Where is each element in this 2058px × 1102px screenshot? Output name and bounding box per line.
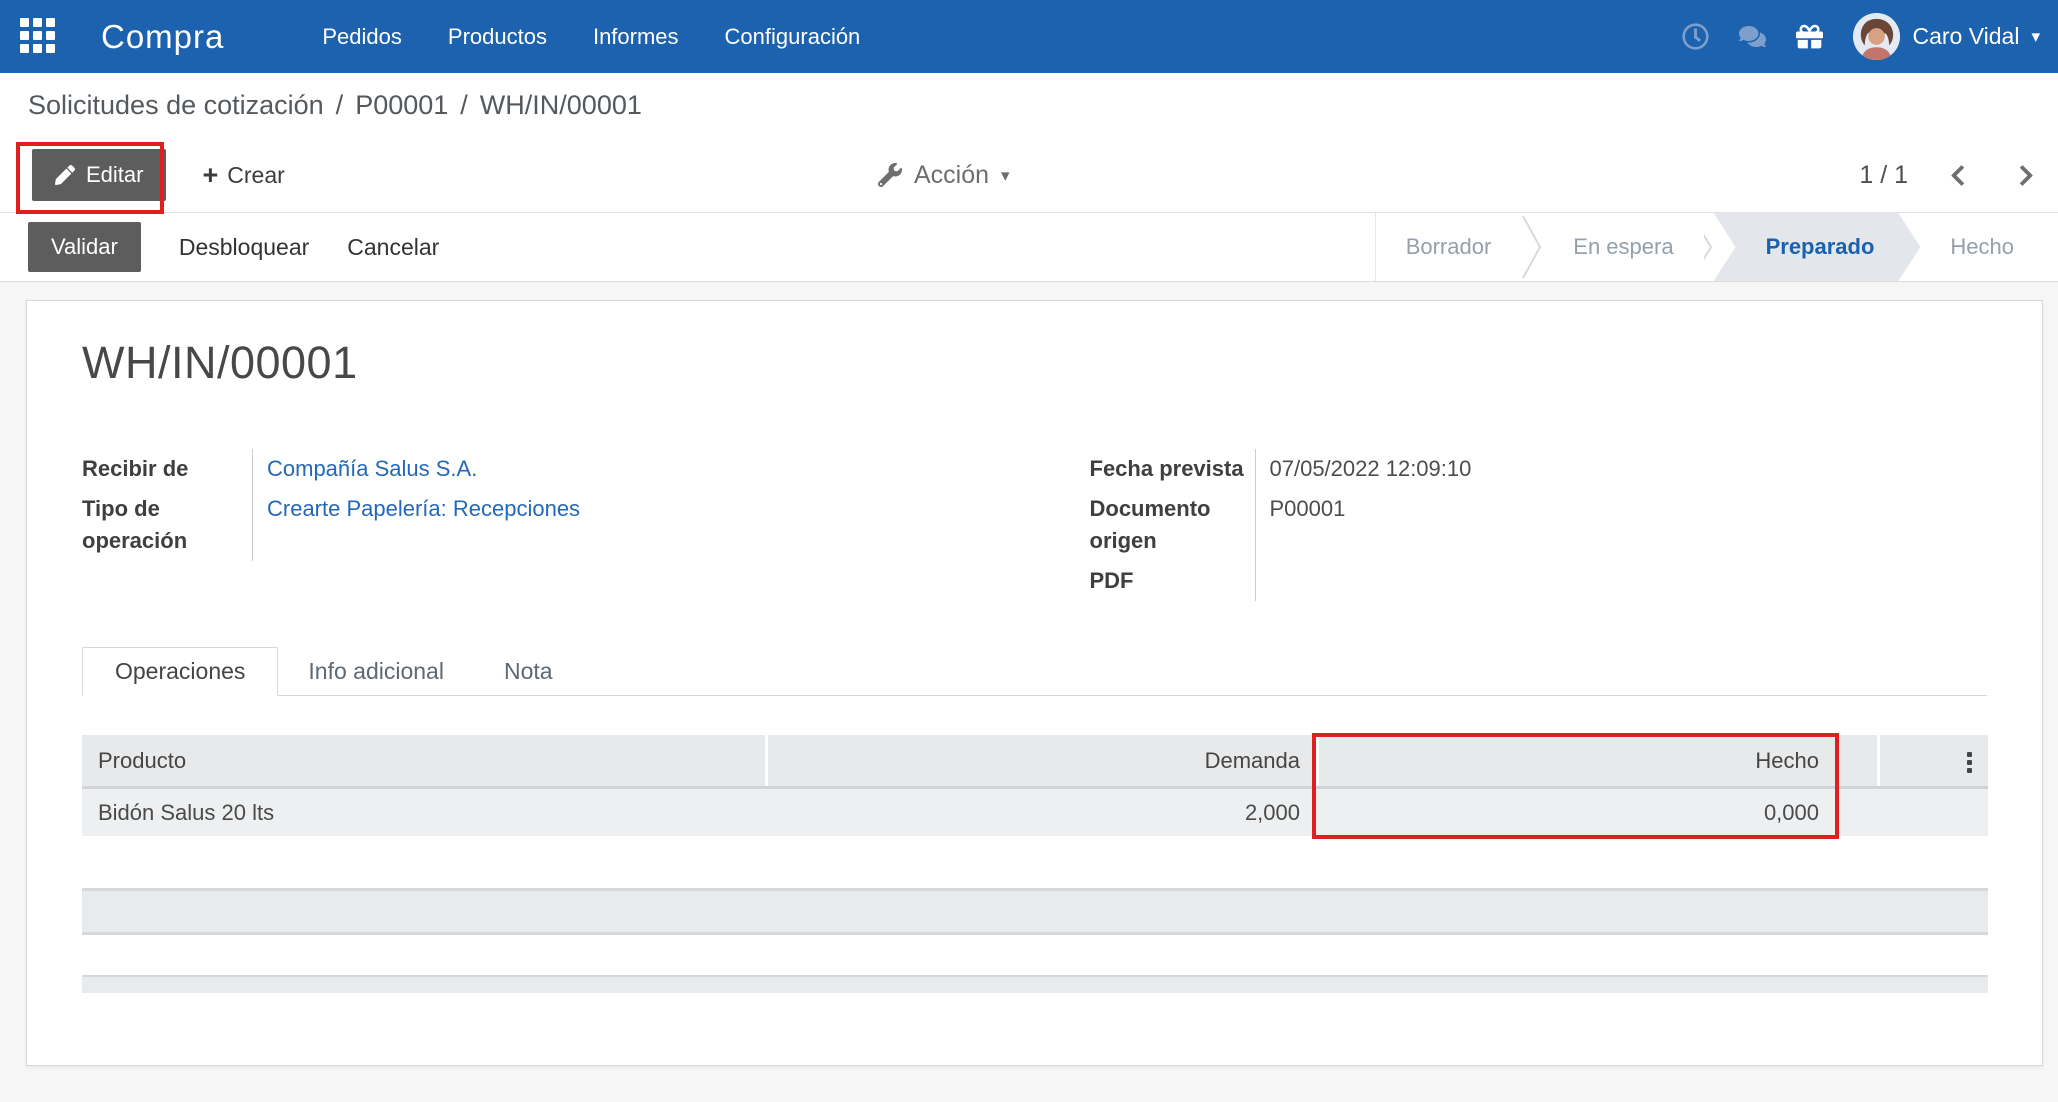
menu-pedidos[interactable]: Pedidos	[322, 24, 402, 50]
field-label-fecha-prevista: Fecha prevista	[1089, 456, 1244, 481]
tab-nota[interactable]: Nota	[474, 647, 583, 695]
tab-bar: Operaciones Info adicional Nota	[82, 647, 1987, 696]
cell-producto[interactable]: Bidón Salus 20 lts	[82, 786, 765, 836]
operations-table: Producto Demanda Hecho Bidón Salus 20 lt…	[82, 735, 1988, 836]
breadcrumb-separator: /	[335, 90, 344, 120]
validate-button[interactable]: Validar	[28, 222, 141, 272]
empty-list-band	[82, 888, 1988, 935]
top-navbar: Compra Pedidos Productos Informes Config…	[0, 0, 2058, 73]
activities-clock-icon[interactable]	[1682, 23, 1710, 50]
pager-previous-icon[interactable]	[1950, 164, 1973, 186]
field-value-recibir-de[interactable]: Compañía Salus S.A.	[267, 456, 477, 481]
pencil-icon	[55, 165, 75, 185]
field-value-documento-origen: P00001	[1254, 489, 1988, 561]
step-preparado-active[interactable]: Preparado	[1714, 213, 1921, 281]
document-sheet: WH/IN/00001 Recibir de Compañía Salus S.…	[26, 300, 2043, 1066]
unlock-button[interactable]: Desbloquear	[179, 234, 309, 261]
apps-grid-icon[interactable]	[20, 18, 57, 55]
statusbar-buttons: Validar Desbloquear Cancelar	[0, 213, 439, 281]
document-title: WH/IN/00001	[82, 337, 358, 388]
field-groups: Recibir de Compañía Salus S.A. Tipo de o…	[82, 449, 1987, 601]
edit-button[interactable]: Editar	[32, 149, 167, 201]
tab-operaciones[interactable]: Operaciones	[82, 647, 279, 696]
main-menu: Pedidos Productos Informes Configuración	[322, 24, 860, 50]
step-hecho[interactable]: Hecho	[1920, 213, 2044, 281]
field-group-right: Fecha prevista 07/05/2022 12:09:10 Docum…	[1090, 449, 1988, 601]
navbar-systray: Caro Vidal ▾	[1682, 13, 2040, 60]
breadcrumb: Solicitudes de cotización / P00001 / WH/…	[0, 73, 2058, 138]
step-separator-icon	[1703, 213, 1714, 281]
create-button-label: Crear	[227, 161, 285, 188]
breadcrumb-item-solicitudes[interactable]: Solicitudes de cotización	[28, 90, 324, 121]
column-header-hecho[interactable]: Hecho	[1316, 735, 1835, 786]
field-label-documento-origen: Documento origen	[1089, 496, 1211, 553]
field-label-recibir-de: Recibir de	[82, 456, 189, 481]
gift-icon[interactable]	[1796, 23, 1824, 50]
breadcrumb-item-current: WH/IN/00001	[479, 90, 642, 120]
column-header-blank	[1835, 735, 1877, 786]
action-menu-label: Acción	[914, 160, 990, 189]
menu-informes[interactable]: Informes	[593, 24, 679, 50]
app-name[interactable]: Compra	[101, 18, 224, 56]
breadcrumb-item-p00001[interactable]: P00001	[355, 90, 448, 121]
field-label-pdf: PDF	[1089, 568, 1134, 593]
chevron-down-icon: ▾	[1001, 165, 1010, 185]
field-value-tipo-operacion[interactable]: Crearte Papelería: Recepciones	[267, 496, 580, 521]
cell-options	[1877, 786, 1988, 836]
empty-list-band-thin	[82, 975, 1988, 993]
pager: 1 / 1	[1859, 161, 2034, 190]
cell-hecho[interactable]: 0,000	[1316, 786, 1835, 836]
table-row[interactable]: Bidón Salus 20 lts 2,000 0,000	[82, 786, 1988, 836]
step-separator-icon	[1521, 213, 1543, 281]
pager-value[interactable]: 1 / 1	[1859, 161, 1908, 190]
edit-button-label: Editar	[86, 162, 144, 187]
notebook: Operaciones Info adicional Nota	[82, 647, 1987, 696]
user-avatar	[1853, 13, 1901, 60]
column-header-options	[1877, 735, 1988, 786]
control-panel: Editar + Crear Acción ▾ 1 / 1	[0, 138, 2058, 213]
form-statusbar: Validar Desbloquear Cancelar Borrador En…	[0, 213, 2058, 282]
field-group-left: Recibir de Compañía Salus S.A. Tipo de o…	[82, 449, 980, 601]
field-label-tipo-operacion: Tipo de operación	[82, 496, 188, 553]
plus-icon: +	[202, 159, 219, 190]
step-en-espera[interactable]: En espera	[1543, 213, 1703, 281]
field-value-pdf	[1254, 561, 1988, 601]
cell-blank	[1835, 786, 1877, 836]
menu-configuracion[interactable]: Configuración	[725, 24, 861, 50]
pager-next-icon[interactable]	[2011, 164, 2034, 186]
menu-productos[interactable]: Productos	[448, 24, 547, 50]
column-options-icon[interactable]	[1967, 751, 1972, 773]
workflow-steps: Borrador En espera Preparado Hecho	[1374, 213, 2058, 281]
cancel-button[interactable]: Cancelar	[347, 234, 439, 261]
field-value-fecha-prevista: 07/05/2022 12:09:10	[1254, 449, 1988, 489]
table-header-row: Producto Demanda Hecho	[82, 735, 1988, 786]
cell-demanda[interactable]: 2,000	[765, 786, 1316, 836]
wrench-icon	[878, 163, 902, 187]
column-header-producto[interactable]: Producto	[82, 735, 765, 786]
user-name: Caro Vidal	[1912, 23, 2020, 49]
chevron-down-icon: ▾	[2031, 27, 2040, 46]
tab-info-adicional[interactable]: Info adicional	[278, 647, 474, 695]
step-borrador[interactable]: Borrador	[1376, 213, 1522, 281]
breadcrumb-separator: /	[460, 90, 468, 120]
user-menu[interactable]: Caro Vidal ▾	[1853, 13, 2040, 60]
messages-chat-icon[interactable]	[1739, 23, 1767, 50]
column-header-demanda[interactable]: Demanda	[765, 735, 1316, 786]
action-menu-button[interactable]: Acción ▾	[878, 161, 1010, 190]
form-view-area: WH/IN/00001 Recibir de Compañía Salus S.…	[0, 282, 2058, 1102]
create-button[interactable]: + Crear	[202, 159, 285, 190]
